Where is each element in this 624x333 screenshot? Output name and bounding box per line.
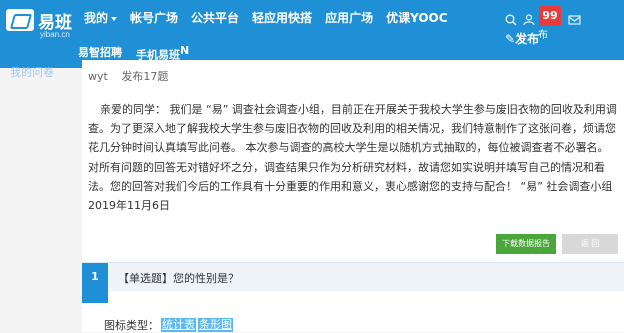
nav-account-square[interactable]: 帐号广场 [130, 9, 178, 26]
question-text: 【单选题】您的性别是？ [118, 272, 239, 285]
nav-light-app-builder[interactable]: 轻应用快搭 [252, 9, 312, 26]
yiban-logo-icon [6, 9, 34, 31]
nav-my[interactable]: 我的 [84, 9, 118, 26]
nav-yooc[interactable]: 优课YOOC [386, 9, 447, 26]
search-icon[interactable] [505, 14, 517, 30]
main-nav: 我的 帐号广场 公共平台 轻应用快搭 应用广场 优课YOOC [84, 9, 461, 26]
logo-subtext: yiban.cn [40, 30, 70, 39]
question-header: 1 【单选题】您的性别是？ [82, 262, 624, 303]
survey-author: wyt [88, 70, 108, 83]
mail-icon[interactable] [568, 14, 581, 30]
notification-badge[interactable]: 99 [539, 6, 561, 26]
survey-description: 亲爱的同学： 我们是 “易” 调查社会调查小组，目前正在开展关于我校大学生参与废… [88, 103, 617, 213]
notification-sub: 布 [538, 30, 548, 41]
back-button[interactable]: 返 回 [562, 234, 618, 254]
chevron-down-icon [111, 16, 118, 21]
publish-label: 发布 [515, 32, 540, 46]
chart-type-table[interactable]: 统计表 [161, 318, 196, 332]
download-report-button[interactable]: 下载数据报告 [496, 234, 556, 254]
survey-card: wyt 发布17题 亲爱的同学： 我们是 “易” 调查社会调查小组，目前正在开展… [82, 60, 624, 332]
new-badge: N [180, 44, 190, 57]
user-icon[interactable] [523, 14, 535, 30]
chart-type-selector: 图标类型： 统计表 条形图 [104, 317, 233, 333]
chart-type-bar[interactable]: 条形图 [198, 318, 233, 332]
sidebar-my-surveys-partial[interactable]: 我的问卷 [10, 64, 54, 80]
publish-button[interactable]: ✎发布 [505, 30, 539, 47]
yiban-logo[interactable]: 易班 yiban.cn [4, 6, 90, 40]
nav-my-label: 我的 [84, 11, 109, 25]
nav-app-square[interactable]: 应用广场 [325, 9, 373, 26]
pencil-icon: ✎ [505, 32, 516, 46]
question-number: 1 [82, 263, 108, 303]
survey-published: 发布17题 [121, 70, 169, 83]
top-navigation-bar: 易班 yiban.cn 我的 帐号广场 公共平台 轻应用快搭 应用广场 优课YO… [0, 0, 624, 68]
survey-meta: wyt 发布17题 [88, 68, 178, 84]
chart-type-label: 图标类型： [104, 319, 159, 332]
nav-public-platform[interactable]: 公共平台 [191, 9, 239, 26]
